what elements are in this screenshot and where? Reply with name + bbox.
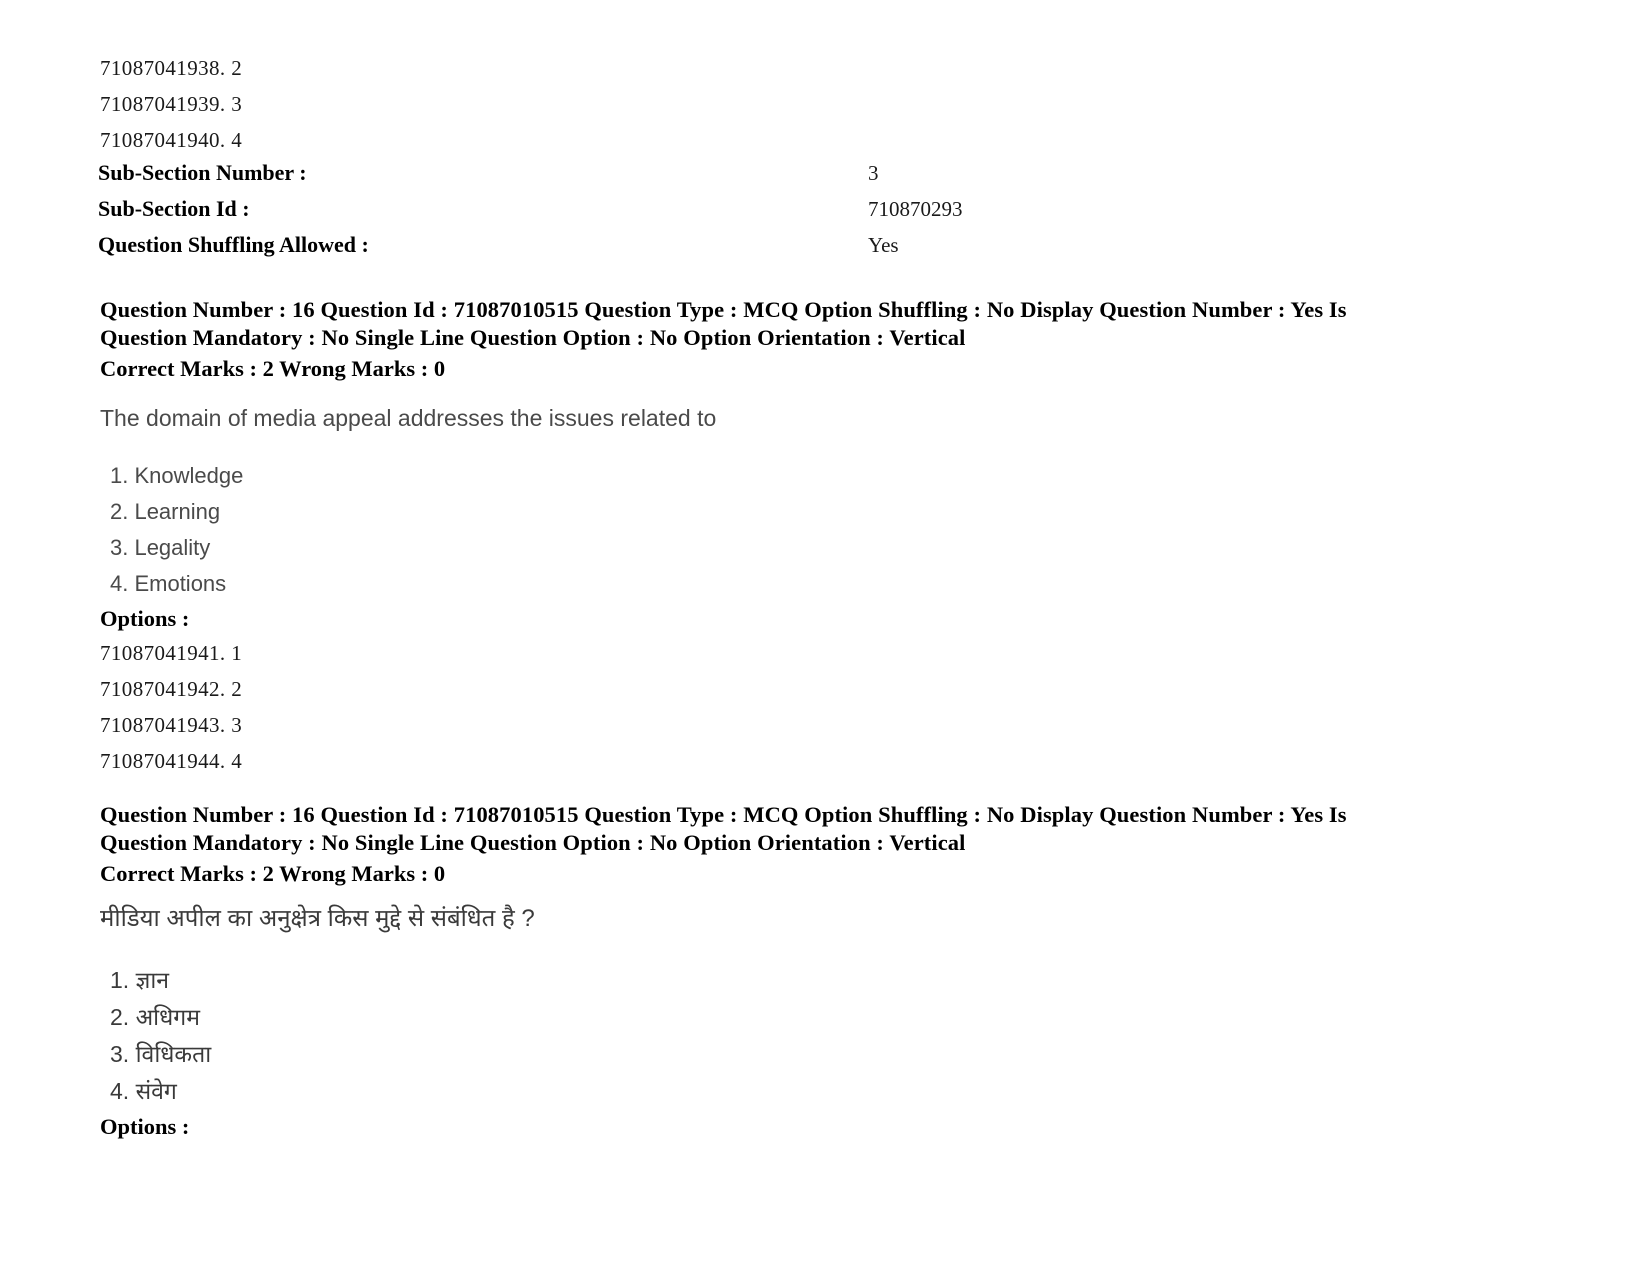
metadata-value: 710870293 [868, 197, 963, 221]
answer-choice[interactable]: 1. ज्ञान [110, 962, 1520, 999]
answer-choice[interactable]: 3. Legality [110, 530, 1520, 566]
answer-choice-list: 1. ज्ञान 2. अधिगम 3. विधिकता 4. संवेग [110, 962, 1520, 1110]
metadata-value: 3 [868, 161, 879, 185]
answer-choice[interactable]: 1. Knowledge [110, 458, 1520, 494]
option-id-line: 71087041944. 4 [100, 749, 243, 773]
option-id-line: 71087041942. 2 [100, 677, 243, 701]
answer-choice[interactable]: 3. विधिकता [110, 1036, 1520, 1073]
options-label: Options : [100, 606, 190, 631]
exam-paper-page: 71087041938. 2 71087041939. 3 7108704194… [0, 0, 1650, 1275]
metadata-row: Question Shuffling Allowed : Yes [98, 232, 1398, 258]
question-header-line-1: Question Number : 16 Question Id : 71087… [100, 802, 1347, 827]
metadata-label: Question Shuffling Allowed : [98, 232, 369, 257]
option-id-line: 71087041939. 3 [100, 92, 243, 116]
metadata-label: Sub-Section Number : [98, 160, 307, 185]
option-id-line: 71087041943. 3 [100, 713, 243, 737]
question-header-line-2: Question Mandatory : No Single Line Ques… [100, 325, 966, 350]
metadata-label: Sub-Section Id : [98, 196, 250, 221]
answer-choice[interactable]: 4. संवेग [110, 1073, 1520, 1110]
question-text: मीडिया अपील का अनुक्षेत्र किस मुद्दे से … [100, 905, 535, 932]
answer-choice[interactable]: 2. Learning [110, 494, 1520, 530]
marks-line: Correct Marks : 2 Wrong Marks : 0 [100, 861, 446, 886]
options-label: Options : [100, 1114, 190, 1139]
option-id-line: 71087041940. 4 [100, 128, 243, 152]
metadata-row: Sub-Section Number : 3 [98, 160, 1398, 186]
question-text: The domain of media appeal addresses the… [100, 405, 717, 431]
top-option-id-list: 71087041938. 2 71087041939. 3 7108704194… [100, 56, 242, 153]
metadata-value: Yes [868, 233, 899, 257]
question-block-hindi: Question Number : 16 Question Id : 71087… [100, 801, 1520, 1140]
question-header-line-1: Question Number : 16 Question Id : 71087… [100, 297, 1347, 322]
option-id-line: 71087041941. 1 [100, 641, 243, 665]
answer-choice-list: 1. Knowledge 2. Learning 3. Legality 4. … [110, 458, 1520, 602]
marks-line: Correct Marks : 2 Wrong Marks : 0 [100, 356, 446, 381]
answer-choice[interactable]: 4. Emotions [110, 566, 1520, 602]
option-id-line: 71087041938. 2 [100, 56, 243, 80]
question-block-english: Question Number : 16 Question Id : 71087… [100, 296, 1520, 774]
subsection-metadata: Sub-Section Number : 3 Sub-Section Id : … [98, 160, 1398, 258]
answer-choice[interactable]: 2. अधिगम [110, 999, 1520, 1036]
metadata-row: Sub-Section Id : 710870293 [98, 196, 1398, 222]
option-id-list: 71087041941. 1 71087041942. 2 7108704194… [100, 641, 1520, 774]
question-header-line-2: Question Mandatory : No Single Line Ques… [100, 830, 966, 855]
